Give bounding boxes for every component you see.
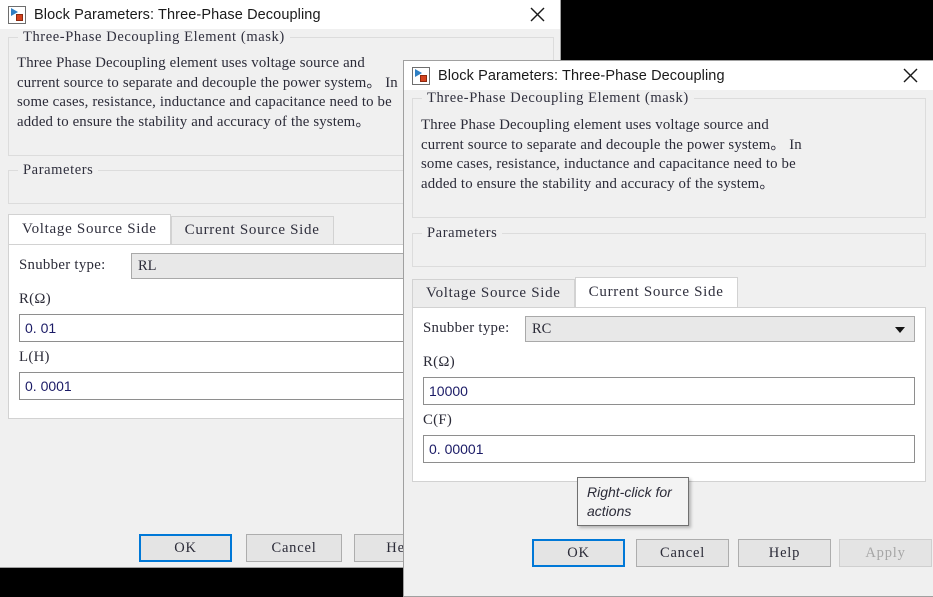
dialog-title: Block Parameters: Three-Phase Decoupling bbox=[438, 67, 725, 84]
snubber-type-select[interactable]: RC bbox=[525, 316, 915, 342]
mask-group-legend: Three-Phase Decoupling Element (mask) bbox=[422, 90, 694, 107]
parameters-group: Parameters bbox=[412, 225, 926, 267]
mask-description-group: Three-Phase Decoupling Element (mask) Th… bbox=[412, 90, 926, 218]
resistance-input[interactable]: 10000 bbox=[423, 377, 915, 405]
resistance-label: R(Ω) bbox=[19, 291, 51, 307]
mask-group-legend: Three-Phase Decoupling Element (mask) bbox=[18, 29, 290, 46]
cancel-button[interactable]: Cancel bbox=[636, 539, 729, 567]
cancel-button[interactable]: Cancel bbox=[246, 534, 342, 562]
resistance-label: R(Ω) bbox=[423, 354, 455, 370]
close-icon[interactable] bbox=[887, 61, 933, 90]
parameters-group-legend: Parameters bbox=[422, 225, 503, 242]
close-icon[interactable] bbox=[514, 0, 560, 29]
parameters-group-legend: Parameters bbox=[18, 162, 99, 179]
source-side-tabstrip[interactable]: Voltage Source Side Current Source Side bbox=[412, 277, 926, 307]
capacitance-input[interactable]: 0. 00001 bbox=[423, 435, 915, 463]
dialog-titlebar[interactable]: Block Parameters: Three-Phase Decoupling bbox=[0, 0, 560, 29]
ok-button[interactable]: OK bbox=[532, 539, 625, 567]
right-click-tooltip: Right-click for actions bbox=[577, 477, 689, 526]
desktop-background-top-right bbox=[561, 0, 933, 60]
chevron-down-icon bbox=[895, 327, 905, 333]
simulink-block-icon bbox=[412, 66, 430, 85]
simulink-block-icon bbox=[8, 5, 26, 24]
tab-voltage-source-side[interactable]: Voltage Source Side bbox=[8, 214, 171, 244]
dialog-title: Block Parameters: Three-Phase Decoupling bbox=[34, 6, 321, 23]
snubber-type-value: RC bbox=[532, 321, 552, 337]
inductance-label: L(H) bbox=[19, 349, 50, 365]
desktop-background-bottom bbox=[0, 568, 403, 596]
snubber-type-label: Snubber type: bbox=[19, 257, 106, 273]
help-button[interactable]: Help bbox=[738, 539, 831, 567]
ok-button[interactable]: OK bbox=[139, 534, 232, 562]
tab-current-source-side[interactable]: Current Source Side bbox=[574, 277, 738, 307]
dialog-titlebar[interactable]: Block Parameters: Three-Phase Decoupling bbox=[404, 61, 933, 90]
current-source-side-panel: Snubber type: RC R(Ω) 10000 C(F) 0. 0000… bbox=[412, 307, 926, 482]
snubber-type-value: RL bbox=[138, 258, 157, 274]
snubber-type-label: Snubber type: bbox=[423, 320, 510, 336]
mask-description-text: Three Phase Decoupling element uses volt… bbox=[421, 117, 802, 192]
tab-voltage-source-side[interactable]: Voltage Source Side bbox=[412, 279, 575, 307]
capacitance-label: C(F) bbox=[423, 412, 453, 428]
apply-button: Apply bbox=[839, 539, 932, 567]
tab-current-source-side[interactable]: Current Source Side bbox=[170, 216, 334, 244]
